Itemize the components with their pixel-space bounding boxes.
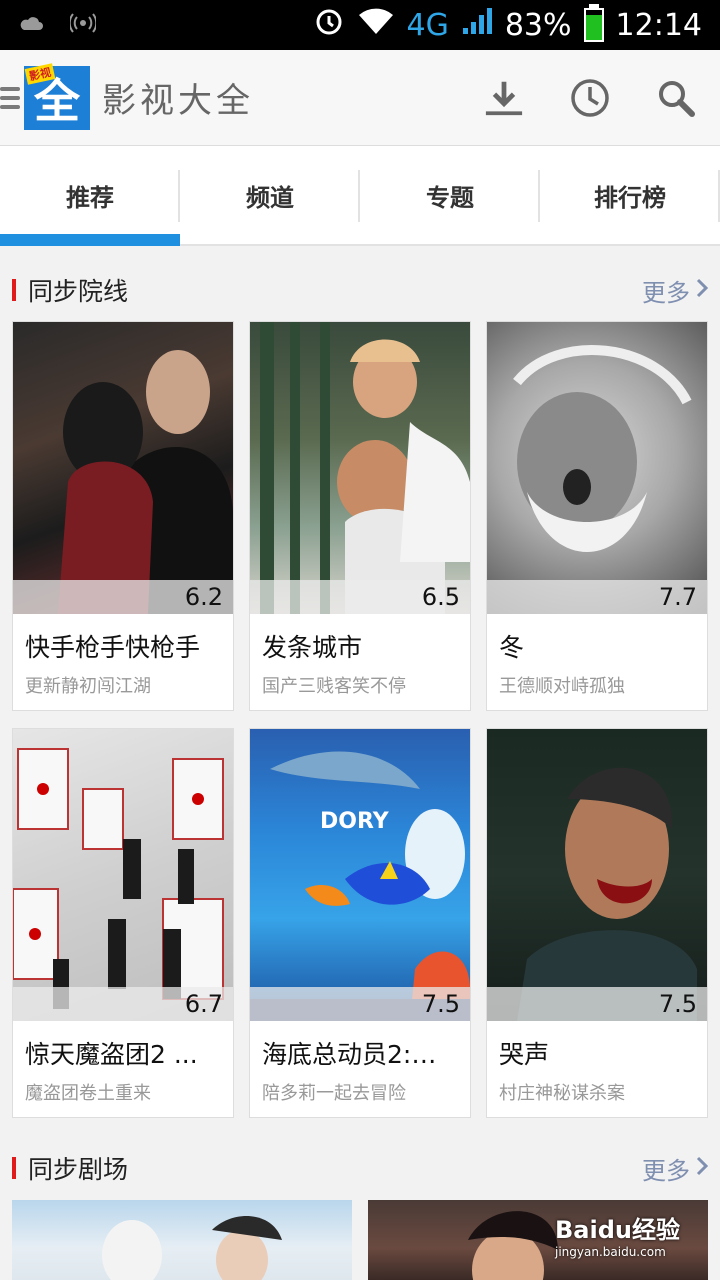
movie-poster: 7.7 [487,322,707,614]
clock-time: 12:14 [615,7,702,43]
chevron-right-icon [696,276,709,304]
rating-badge: 6.7 [13,987,233,1021]
movie-card[interactable]: 6.2 快手枪手快枪手 更新静初闯江湖 [12,321,234,711]
movie-subtitle: 王德顺对峙孤独 [499,676,625,697]
section-title: 同步院线 [28,277,129,306]
rating-badge: 6.5 [250,580,470,614]
app-logo: 影视 全 [24,62,90,130]
movie-poster: 6.7 [13,729,233,1021]
section-marker [12,279,16,301]
movie-subtitle: 更新静初闯江湖 [25,676,151,697]
rating-badge: 6.2 [13,580,233,614]
movie-poster: DORY 7.5 [250,729,470,1021]
movie-poster: 6.5 [250,322,470,614]
movie-title: 快手枪手快枪手 [25,633,201,662]
tab-recommended[interactable]: 推荐 [0,146,180,246]
tab-topics[interactable]: 专题 [360,146,540,244]
more-link[interactable]: 更多 [642,1151,709,1186]
chevron-right-icon [696,1154,709,1182]
cloud-icon [18,14,44,36]
movie-title: 海底总动员2:多... [262,1040,461,1069]
movie-poster: 6.2 [13,322,233,614]
more-label: 更多 [642,1156,690,1185]
drama-poster[interactable] [12,1200,352,1280]
movie-title: 发条城市 [262,633,363,662]
history-icon[interactable] [570,78,610,118]
download-icon[interactable] [484,78,524,118]
watermark-brand: Baidu经验 [555,1216,680,1244]
baidu-watermark: Baidu经验 jingyan.baidu.com [555,1210,680,1259]
battery-icon [583,4,604,42]
signal-icon [461,6,493,44]
alarm-icon [313,5,345,45]
wifi-icon [357,6,395,44]
section-header-drama: 同步剧场 更多 [12,1148,709,1188]
menu-icon[interactable] [0,86,20,109]
movie-poster: 7.5 [487,729,707,1021]
movie-card[interactable]: 6.7 惊天魔盗团2 ... 魔盗团卷土重来 [12,728,234,1118]
movie-title: 冬 [499,633,525,662]
section-header-cinema: 同步院线 更多 [12,270,709,310]
movie-card[interactable]: DORY 7.5 海底总动员2:多... 陪多莉一起去冒险 [249,728,471,1118]
movie-card[interactable]: 7.5 哭声 村庄神秘谋杀案 [486,728,708,1118]
movie-subtitle: 国产三贱客笑不停 [262,676,406,697]
search-icon[interactable] [656,78,696,118]
movie-card[interactable]: 6.5 发条城市 国产三贱客笑不停 [249,321,471,711]
poster-title-art: DORY [320,809,389,834]
network-type: 4G [406,7,449,43]
tab-bar: 推荐 频道 专题 排行榜 [0,146,720,246]
movie-title: 惊天魔盗团2 ... [25,1040,198,1069]
tab-channels[interactable]: 频道 [180,146,360,244]
more-label: 更多 [642,278,690,307]
app-title: 影视大全 [102,81,254,121]
app-bar: 影视 全 影视大全 [0,50,720,146]
tab-rankings[interactable]: 排行榜 [540,146,720,244]
status-bar: 4G 83% 12:14 [0,0,720,50]
section-marker [12,1157,16,1179]
movie-subtitle: 魔盗团卷土重来 [25,1083,151,1104]
hotspot-icon [68,12,98,38]
watermark-url: jingyan.baidu.com [555,1245,666,1259]
battery-percent: 83% [504,7,572,43]
rating-badge: 7.7 [487,580,707,614]
section-title: 同步剧场 [28,1155,129,1184]
movie-subtitle: 村庄神秘谋杀案 [499,1083,625,1104]
rating-badge: 7.5 [250,987,470,1021]
movie-title: 哭声 [499,1040,550,1069]
movie-subtitle: 陪多莉一起去冒险 [262,1083,406,1104]
movie-card[interactable]: 7.7 冬 王德顺对峙孤独 [486,321,708,711]
more-link[interactable]: 更多 [642,273,709,308]
rating-badge: 7.5 [487,987,707,1021]
